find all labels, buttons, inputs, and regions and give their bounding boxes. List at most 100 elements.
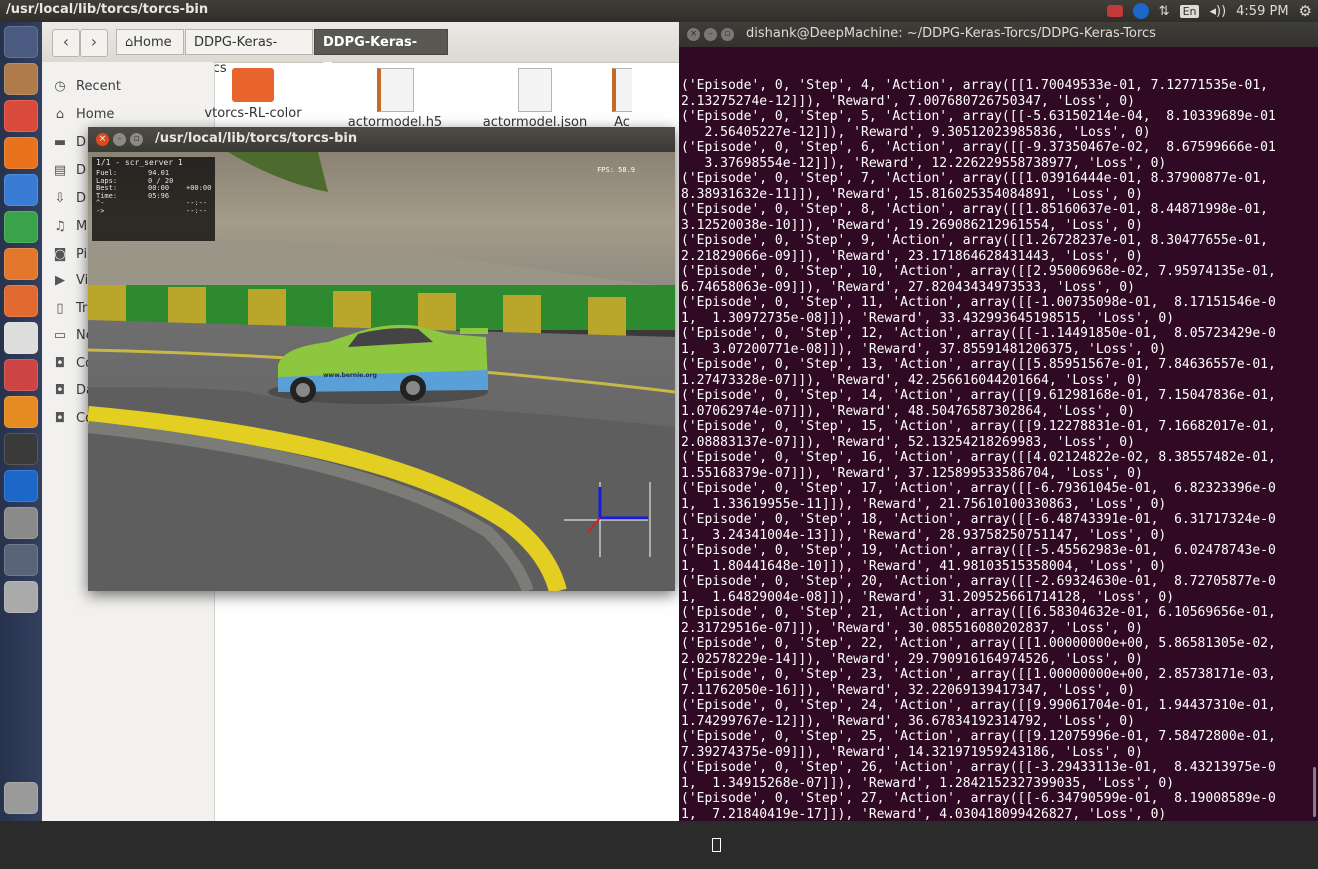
gear-icon[interactable]: ⚙ xyxy=(1299,2,1312,20)
terminal-line: 2.08883137e-07]]), 'Reward', 52.13254218… xyxy=(681,434,1135,450)
sidebar-item-label: D xyxy=(76,135,87,150)
trash-icon[interactable] xyxy=(4,782,38,814)
maximize-icon[interactable]: ▫ xyxy=(721,28,734,41)
terminal-line: 3.12520038e-10]]), 'Reward', 19.26908621… xyxy=(681,217,1143,233)
window-icon[interactable] xyxy=(4,544,38,576)
volume-icon[interactable]: ◂)) xyxy=(1209,4,1226,19)
back-button[interactable]: ‹ xyxy=(52,29,80,57)
sidebar-item-videos[interactable]: ▶ Vi xyxy=(52,270,88,292)
terminal-titlebar[interactable]: × – ▫ dishank@DeepMachine: ~/DDPG-Keras-… xyxy=(679,22,1318,47)
document-icon xyxy=(376,68,414,112)
hud-header: 1/1 - scr_server 1 xyxy=(96,158,183,167)
terminal-line: ('Episode', 0, 'Step', 18, 'Action', arr… xyxy=(681,512,1276,527)
terminal-output[interactable]: ('Episode', 0, 'Step', 4, 'Action', arra… xyxy=(681,47,1311,852)
clock[interactable]: 4:59 PM xyxy=(1236,4,1288,19)
keyboard-layout-indicator[interactable]: En xyxy=(1179,4,1200,18)
teamviewer-indicator-icon[interactable] xyxy=(1132,3,1149,19)
software-center-icon[interactable] xyxy=(4,285,38,317)
terminal-lines: ('Episode', 0, 'Step', 4, 'Action', arra… xyxy=(681,78,1311,822)
game-window-titlebar[interactable]: × – ▫ /usr/local/lib/torcs/torcs-bin xyxy=(88,127,675,152)
race-scene[interactable]: www.bernie.org 1/1 - scr_server 1 Fuel: 9… xyxy=(88,152,675,591)
file-item[interactable]: actormodel.json xyxy=(480,68,590,130)
terminal-line: ('Episode', 0, 'Step', 7, 'Action', arra… xyxy=(681,171,1268,186)
terminal-line: ('Episode', 0, 'Step', 15, 'Action', arr… xyxy=(681,419,1276,434)
music-icon: ♫ xyxy=(54,219,66,234)
terminal-line: ('Episode', 0, 'Step', 12, 'Action', arr… xyxy=(681,326,1276,341)
amazon-icon[interactable] xyxy=(4,322,38,354)
files-icon[interactable] xyxy=(4,63,38,95)
sidebar-item-computer[interactable]: ◘ Co xyxy=(52,353,93,375)
sidebar-item-label: D xyxy=(76,191,87,206)
terminal-line: ('Episode', 0, 'Step', 25, 'Action', arr… xyxy=(681,729,1276,744)
terminal-line: ('Episode', 0, 'Step', 26, 'Action', arr… xyxy=(681,760,1276,775)
sidebar-item-label: Pi xyxy=(76,247,88,262)
sidebar-item-downloads[interactable]: ⇩ D xyxy=(52,188,86,210)
teamviewer-icon[interactable] xyxy=(4,470,38,502)
sidebar-item-pictures[interactable]: ◙ Pi xyxy=(52,244,87,266)
close-icon[interactable]: × xyxy=(687,28,700,41)
dash-icon[interactable] xyxy=(4,26,38,58)
sidebar-item-label: M xyxy=(76,219,88,234)
terminal-cursor xyxy=(712,838,722,852)
sidebar-item-documents[interactable]: ▤ D xyxy=(52,160,86,182)
camera-indicator-icon[interactable] xyxy=(1106,5,1123,17)
terminal-line: ('Episode', 0, 'Step', 16, 'Action', arr… xyxy=(681,450,1276,465)
terminal-line: 1, 1.30972735e-08]]), 'Reward', 33.43299… xyxy=(681,310,1175,326)
sidebar-item-home[interactable]: ⌂ Home xyxy=(52,104,115,126)
terminal-line: 2.21829066e-09]]), 'Reward', 23.17186462… xyxy=(681,248,1143,264)
close-icon[interactable]: × xyxy=(96,133,109,146)
sidebar-item-label: Vi xyxy=(76,273,89,288)
torcs-game-window: × – ▫ /usr/local/lib/torcs/torcs-bin www… xyxy=(88,127,675,591)
sidebar-item-music[interactable]: ♫ M xyxy=(52,216,87,238)
calc-icon[interactable] xyxy=(4,211,38,243)
minimize-icon[interactable]: – xyxy=(704,28,717,41)
maximize-icon[interactable]: ▫ xyxy=(130,133,143,146)
sidebar-item-label: Tr xyxy=(76,301,88,316)
chrome-icon[interactable] xyxy=(4,100,38,132)
hud-value: 05:96 xyxy=(148,191,170,200)
system-settings-icon[interactable] xyxy=(4,359,38,391)
breadcrumb-current[interactable]: DDPG-Keras-Torcs xyxy=(314,29,448,76)
game-window-title: /usr/local/lib/torcs/torcs-bin xyxy=(155,131,358,146)
home-icon: ⌂ xyxy=(55,107,65,122)
desktop-icon: ▬ xyxy=(53,135,67,150)
breadcrumb-ddpg-keras-torcs[interactable]: DDPG-Keras-Torcs xyxy=(185,29,313,76)
trash-icon: ▯ xyxy=(56,301,64,316)
network-icon[interactable]: ⇅ xyxy=(1159,4,1170,19)
terminal-line: ('Episode', 0, 'Step', 13, 'Action', arr… xyxy=(681,357,1276,372)
writer-icon[interactable] xyxy=(4,174,38,206)
breadcrumb-home[interactable]: ⌂Home xyxy=(116,29,184,55)
document-icon xyxy=(612,68,632,112)
network-icon: ▭ xyxy=(53,328,67,343)
file-item[interactable]: Ac xyxy=(612,68,632,130)
sidebar-item-desktop[interactable]: ▬ D xyxy=(52,132,86,154)
minimize-icon[interactable]: – xyxy=(113,133,126,146)
sidebar-item-trash[interactable]: ▯ Tr xyxy=(52,298,87,320)
file-item[interactable]: vtorcs-RL-color xyxy=(198,68,308,121)
terminal-line: ('Episode', 0, 'Step', 19, 'Action', arr… xyxy=(681,543,1276,558)
documents-icon: ▤ xyxy=(53,163,67,178)
impress-icon[interactable] xyxy=(4,248,38,280)
terminal-icon[interactable] xyxy=(4,433,38,465)
file-item[interactable]: actormodel.h5 xyxy=(340,68,450,130)
terminal-scrollbar[interactable] xyxy=(1313,767,1316,817)
sidebar-item-recent[interactable]: ◷ Recent xyxy=(52,76,121,98)
terminal-line: 7.11762050e-16]]), 'Reward', 32.22069139… xyxy=(681,682,1135,698)
terminal-line: 1.07062974e-07]]), 'Reward', 48.50476587… xyxy=(681,403,1135,419)
terminal-line: 1.27473328e-07]]), 'Reward', 42.25661604… xyxy=(681,372,1143,388)
videos-icon: ▶ xyxy=(55,273,65,288)
help-icon[interactable] xyxy=(4,507,38,539)
connect-icon: ◘ xyxy=(54,411,66,426)
terminal-line: ('Episode', 0, 'Step', 8, 'Action', arra… xyxy=(681,202,1268,217)
sidebar-item-connect[interactable]: ◘ Co xyxy=(52,408,93,430)
sublime-icon[interactable] xyxy=(4,396,38,428)
sidebar-item-label: Recent xyxy=(76,79,121,94)
terminal-line: ('Episode', 0, 'Step', 23, 'Action', arr… xyxy=(681,667,1276,682)
terminal-line: 2.56405227e-12]]), 'Reward', 9.305120239… xyxy=(681,124,1151,140)
forward-button[interactable]: › xyxy=(80,29,108,57)
firefox-icon[interactable] xyxy=(4,137,38,169)
drive-icon[interactable] xyxy=(4,581,38,613)
terminal-line: 3.37698554e-12]]), 'Reward', 12.22622955… xyxy=(681,155,1167,171)
terminal-line: ('Episode', 0, 'Step', 10, 'Action', arr… xyxy=(681,264,1276,279)
terminal-line: 8.38931632e-11]]), 'Reward', 15.81602535… xyxy=(681,186,1143,202)
